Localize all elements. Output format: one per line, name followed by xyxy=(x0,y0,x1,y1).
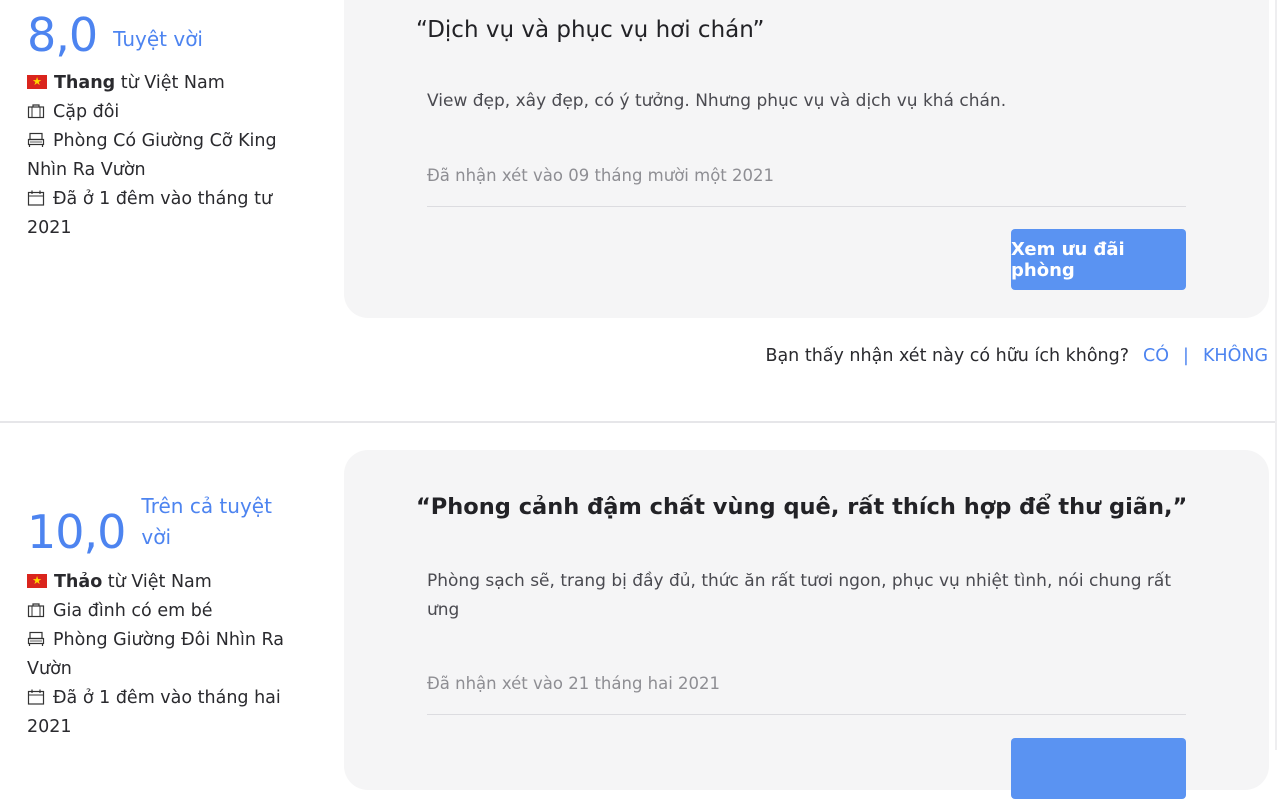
reviewer-row: Thảo từ Việt Nam xyxy=(27,568,307,597)
reviewer-info: Thảo từ Việt Nam Gia đình có em bé Phòng… xyxy=(27,568,307,742)
stay-duration: Đã ở 1 đêm vào tháng tư 2021 xyxy=(27,189,273,238)
stay-row: Đã ở 1 đêm vào tháng tư 2021 xyxy=(27,185,307,243)
reviewer-name: Thảo xyxy=(54,572,103,592)
review-card: “Dịch vụ và phục vụ hơi chán” View đẹp, … xyxy=(344,0,1269,318)
reviewer-info: Thang từ Việt Nam Cặp đôi Phòng Có Giườn… xyxy=(27,69,307,243)
reviewer-name: Thang xyxy=(54,73,116,93)
review-item: 10,0 Trên cả tuyệt vời Thảo từ Việt Nam … xyxy=(0,423,1277,799)
calendar-icon xyxy=(27,689,45,705)
vietnam-flag-icon xyxy=(27,74,47,90)
card-divider xyxy=(427,206,1186,207)
reviewer-origin: từ Việt Nam xyxy=(115,73,225,93)
review-body: Phòng sạch sẽ, trang bị đầy đủ, thức ăn … xyxy=(427,571,1171,620)
helpful-separator: | xyxy=(1183,346,1189,366)
helpful-question: Bạn thấy nhận xét này có hữu ích không? xyxy=(765,346,1130,366)
traveler-type: Cặp đôi xyxy=(53,102,120,122)
review-card: “Phong cảnh đậm chất vùng quê, rất thích… xyxy=(344,450,1269,799)
view-room-deals-button[interactable]: Xem ưu đãi phòng xyxy=(1011,229,1186,290)
calendar-icon xyxy=(27,190,45,206)
reviewer-row: Thang từ Việt Nam xyxy=(27,69,307,98)
review-score-block: 8,0 Tuyệt vời xyxy=(27,12,203,58)
bed-icon xyxy=(27,631,45,647)
review-score-label: Trên cả tuyệt vời xyxy=(141,494,272,549)
view-room-deals-button[interactable] xyxy=(1011,738,1186,799)
room-type-row: Phòng Giường Đôi Nhìn Ra Vườn xyxy=(27,626,307,684)
helpful-prompt: Bạn thấy nhận xét này có hữu ích không? C… xyxy=(765,346,1268,366)
review-score-block: 10,0 Trên cả tuyệt vời xyxy=(27,491,291,555)
briefcase-icon xyxy=(27,602,45,618)
stay-row: Đã ở 1 đêm vào tháng hai 2021 xyxy=(27,684,307,742)
review-score-label: Tuyệt vời xyxy=(113,27,203,51)
review-date: Đã nhận xét vào 21 tháng hai 2021 xyxy=(427,674,721,693)
helpful-no-link[interactable]: KHÔNG xyxy=(1203,346,1268,366)
briefcase-icon xyxy=(27,103,45,119)
review-title: “Dịch vụ và phục vụ hơi chán” xyxy=(416,17,765,43)
card-divider xyxy=(427,714,1186,715)
room-type: Phòng Có Giường Cỡ King Nhìn Ra Vườn xyxy=(27,131,277,180)
helpful-yes-link[interactable]: CÓ xyxy=(1143,346,1169,366)
review-title: “Phong cảnh đậm chất vùng quê, rất thích… xyxy=(416,494,1188,520)
vietnam-flag-icon xyxy=(27,573,47,589)
traveler-type-row: Cặp đôi xyxy=(27,98,307,127)
review-score: 10,0 xyxy=(27,505,126,559)
review-body: View đẹp, xây đẹp, có ý tưởng. Nhưng phụ… xyxy=(427,91,1007,111)
room-type-row: Phòng Có Giường Cỡ King Nhìn Ra Vườn xyxy=(27,127,307,185)
traveler-type-row: Gia đình có em bé xyxy=(27,597,307,626)
room-type: Phòng Giường Đôi Nhìn Ra Vườn xyxy=(27,630,284,679)
reviewer-origin: từ Việt Nam xyxy=(102,572,212,592)
bed-icon xyxy=(27,132,45,148)
stay-duration: Đã ở 1 đêm vào tháng hai 2021 xyxy=(27,688,281,737)
review-date: Đã nhận xét vào 09 tháng mười một 2021 xyxy=(427,166,774,185)
review-score: 8,0 xyxy=(27,8,98,62)
traveler-type: Gia đình có em bé xyxy=(53,601,213,621)
review-item: 8,0 Tuyệt vời Thang từ Việt Nam Cặp đôi … xyxy=(0,0,1277,421)
